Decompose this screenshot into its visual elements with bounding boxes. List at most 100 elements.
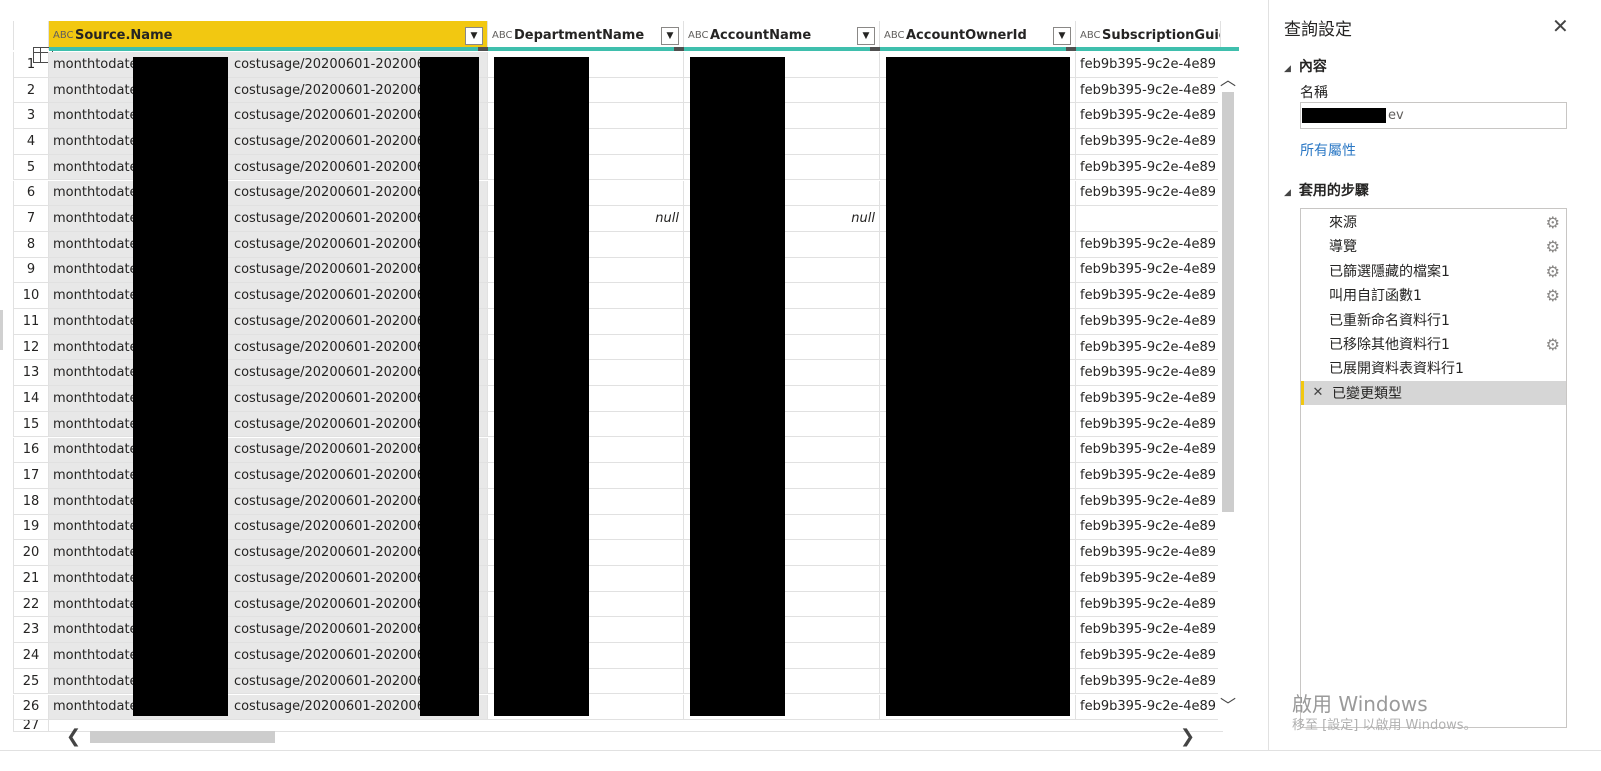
applied-step[interactable]: 來源 ⚙ [1301,210,1566,234]
text-type-icon[interactable]: ABC [53,30,75,41]
column-quality-bar [488,47,674,51]
row-number[interactable]: 16 [13,437,49,463]
filter-dropdown-icon[interactable]: ▼ [857,26,875,45]
applied-step[interactable]: 已篩選隱藏的檔案1 ⚙ [1301,259,1566,283]
row-number[interactable]: 3 [13,103,49,129]
cell-subscriptionguid[interactable]: feb9b395-9c2e-4e89-b [1076,155,1215,180]
column-header-2[interactable]: ABC AccountName ▼ [684,21,880,50]
source-prefix: monthtodate/ [53,390,142,406]
cell-subscriptionguid[interactable] [1076,206,1215,231]
row-number[interactable]: 13 [13,360,49,386]
row-number[interactable]: 17 [13,463,49,488]
cell-subscriptionguid[interactable]: feb9b395-9c2e-4e89-b [1076,52,1215,77]
filter-dropdown-icon[interactable]: ▼ [465,26,483,45]
source-path: costusage/20200601-20200630/ [233,468,446,484]
vertical-scrollbar[interactable]: ︿ ﹀ [1218,52,1238,720]
row-number[interactable]: 6 [13,180,49,206]
scroll-up-icon[interactable]: ︿ [1220,66,1236,90]
cell-subscriptionguid[interactable]: feb9b395-9c2e-4e89-b [1076,309,1215,334]
left-edge-handle[interactable] [0,310,3,350]
delete-step-icon[interactable]: ✕ [1304,385,1332,400]
cell-subscriptionguid[interactable]: feb9b395-9c2e-4e89-b [1076,412,1215,437]
scroll-right-icon[interactable]: ❯ [1180,726,1195,747]
row-number[interactable]: 19 [13,514,49,540]
gear-icon[interactable]: ⚙ [1546,286,1560,305]
row-number[interactable]: 25 [13,668,49,694]
cell-subscriptionguid[interactable]: feb9b395-9c2e-4e89-b [1076,360,1215,385]
applied-step[interactable]: 叫用自訂函數1 ⚙ [1301,283,1566,307]
cell-subscriptionguid[interactable]: feb9b395-9c2e-4e89-b [1076,617,1215,642]
row-number[interactable]: 5 [13,154,49,180]
row-number[interactable]: 2 [13,77,49,103]
cell-subscriptionguid[interactable]: feb9b395-9c2e-4e89-b [1076,489,1215,514]
row-number[interactable]: 22 [13,591,49,617]
row-number[interactable]: 18 [13,488,49,514]
table-menu-corner[interactable]: ▼ [13,21,57,68]
cell-subscriptionguid[interactable]: feb9b395-9c2e-4e89-b [1076,129,1215,154]
row-number[interactable]: 1 [13,52,49,77]
row-number[interactable]: 24 [13,643,49,668]
row-number[interactable]: 26 [13,694,49,720]
row-number[interactable]: 20 [13,540,49,565]
row-number[interactable]: 23 [13,617,49,643]
row-number[interactable]: 27 [13,720,49,732]
all-properties-link[interactable]: 所有屬性 [1300,140,1356,160]
applied-step[interactable]: 已移除其他資料行1 ⚙ [1301,332,1566,356]
query-name-input[interactable]: ev [1300,102,1567,129]
properties-section-header[interactable]: ◢ 內容 [1284,56,1327,76]
gear-icon[interactable]: ⚙ [1546,237,1560,256]
cell-subscriptionguid[interactable]: feb9b395-9c2e-4e89-b [1076,258,1215,283]
cell-subscriptionguid[interactable]: feb9b395-9c2e-4e89-b [1076,181,1215,206]
cell-subscriptionguid[interactable]: feb9b395-9c2e-4e89-b [1076,540,1215,565]
row-number[interactable]: 21 [13,566,49,591]
column-header-3[interactable]: ABC AccountOwnerId ▼ [880,21,1076,50]
applied-step[interactable]: 導覽 ⚙ [1301,234,1566,258]
gear-icon[interactable]: ⚙ [1546,213,1560,232]
text-type-icon[interactable]: ABC [688,30,710,41]
cell-subscriptionguid[interactable]: feb9b395-9c2e-4e89-b [1076,438,1215,463]
cell-subscriptionguid[interactable]: feb9b395-9c2e-4e89-b [1076,232,1215,257]
text-type-icon[interactable]: ABC [492,30,514,41]
row-number[interactable]: 7 [13,206,49,231]
cell-subscriptionguid[interactable]: feb9b395-9c2e-4e89-b [1076,335,1215,360]
applied-step-label: 來源 [1329,215,1357,231]
text-type-icon[interactable]: ABC [884,30,906,41]
horizontal-scrollbar[interactable]: ❮ ❯ [60,726,1205,748]
row-number[interactable]: 11 [13,309,49,334]
text-type-icon[interactable]: ABC [1080,30,1102,41]
applied-steps-section-header[interactable]: ◢ 套用的步驟 [1284,180,1369,200]
applied-step[interactable]: 已重新命名資料行1 [1301,308,1566,332]
cell-subscriptionguid[interactable]: feb9b395-9c2e-4e89-b [1076,592,1215,617]
cell-subscriptionguid[interactable]: feb9b395-9c2e-4e89-b [1076,463,1215,488]
cell-subscriptionguid[interactable]: feb9b395-9c2e-4e89-b [1076,386,1215,411]
applied-step[interactable]: 已展開資料表資料行1 [1301,356,1566,380]
applied-step[interactable]: ✕ 已變更類型 [1301,380,1566,405]
column-header-4[interactable]: ABC SubscriptionGuid [1076,21,1221,50]
cell-subscriptionguid[interactable]: feb9b395-9c2e-4e89-b [1076,515,1215,540]
cell-subscriptionguid[interactable]: feb9b395-9c2e-4e89-b [1076,643,1215,668]
cell-subscriptionguid[interactable]: feb9b395-9c2e-4e89-b [1076,103,1215,128]
column-header-1[interactable]: ABC DepartmentName ▼ [488,21,684,50]
cell-subscriptionguid[interactable]: feb9b395-9c2e-4e89-b [1076,283,1215,308]
column-header-0[interactable]: ABC Source.Name ▼ [49,21,488,50]
row-number[interactable]: 4 [13,129,49,154]
row-number[interactable]: 9 [13,257,49,283]
row-number[interactable]: 10 [13,283,49,308]
gear-icon[interactable]: ⚙ [1546,335,1560,354]
row-number[interactable]: 8 [13,231,49,257]
filter-dropdown-icon[interactable]: ▼ [661,26,679,45]
horizontal-scroll-thumb[interactable] [90,731,275,743]
row-number[interactable]: 12 [13,334,49,360]
row-number[interactable]: 15 [13,411,49,437]
close-icon[interactable]: ✕ [1552,14,1569,38]
gear-icon[interactable]: ⚙ [1546,262,1560,281]
cell-subscriptionguid[interactable]: feb9b395-9c2e-4e89-b [1076,669,1215,694]
row-number[interactable]: 14 [13,386,49,411]
scroll-left-icon[interactable]: ❮ [66,726,81,747]
scroll-down-icon[interactable]: ﹀ [1220,692,1236,716]
cell-subscriptionguid[interactable]: feb9b395-9c2e-4e89-b [1076,78,1215,103]
filter-dropdown-icon[interactable]: ▼ [1053,26,1071,45]
vertical-scroll-thumb[interactable] [1222,92,1234,512]
cell-subscriptionguid[interactable]: feb9b395-9c2e-4e89-b [1076,566,1215,591]
cell-subscriptionguid[interactable]: feb9b395-9c2e-4e89-b [1076,695,1215,720]
